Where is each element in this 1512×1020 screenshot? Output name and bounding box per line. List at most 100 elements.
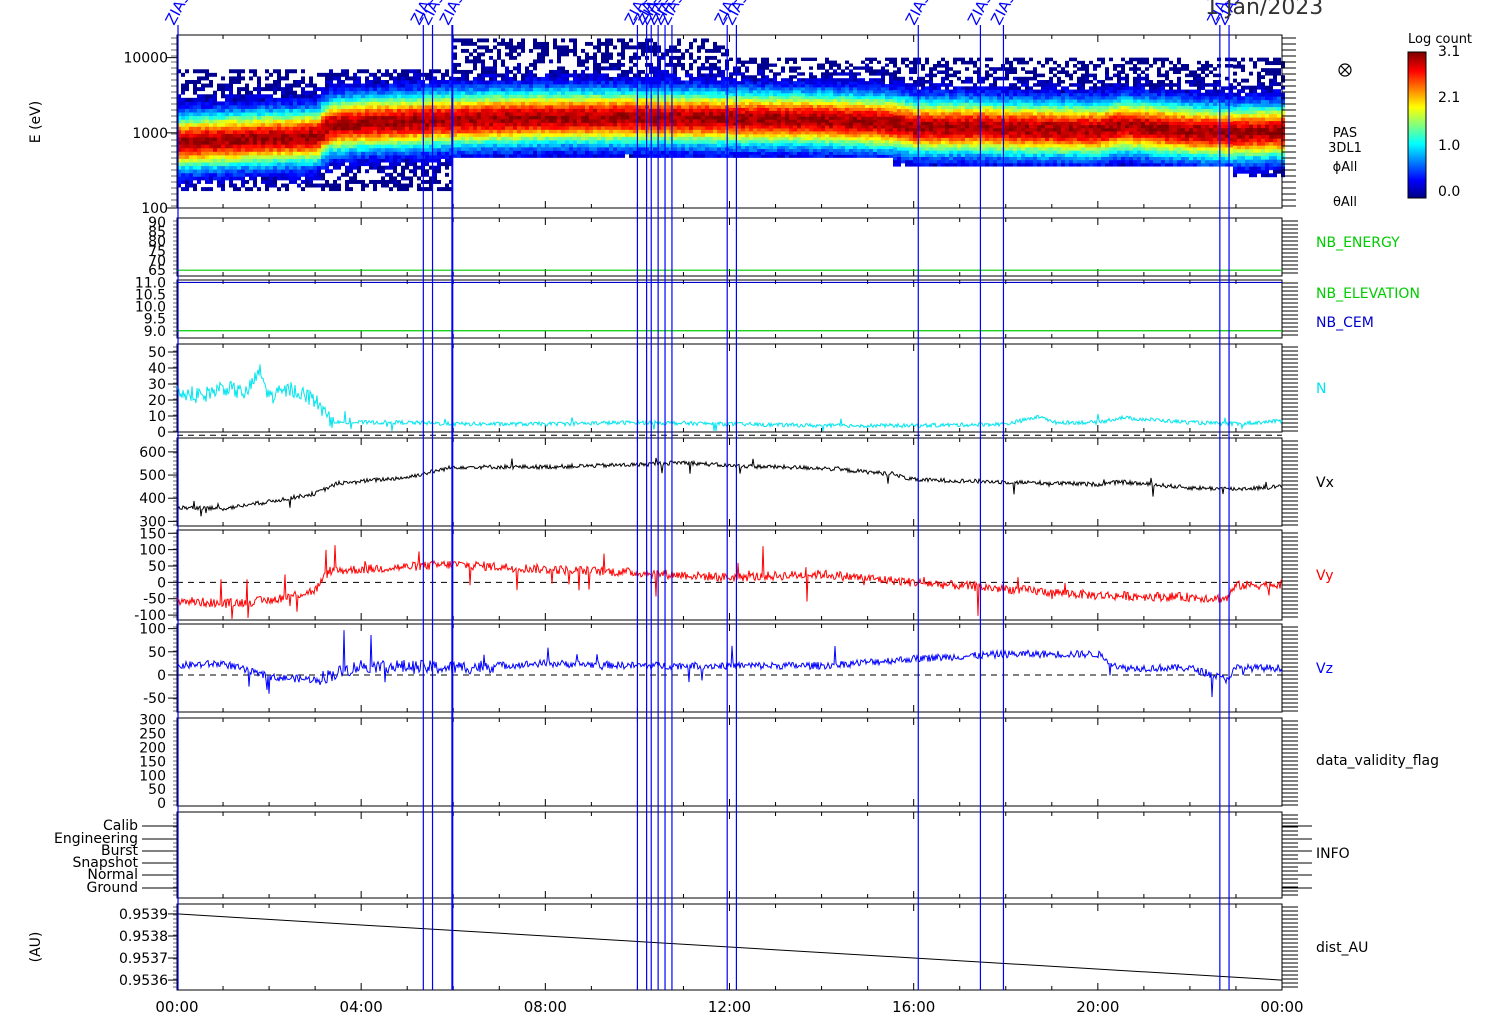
heatmap-cell (373, 112, 377, 117)
heatmap-cell (437, 79, 441, 84)
heatmap-cell (409, 83, 413, 88)
heatmap-cell (425, 108, 429, 113)
heatmap-cell (525, 97, 529, 102)
heatmap-cell (401, 104, 405, 109)
heatmap-cell (797, 107, 801, 111)
heatmap-cell (549, 90, 553, 95)
heatmap-cell (849, 154, 853, 158)
heatmap-cell (581, 101, 585, 106)
heatmap-cell (477, 104, 481, 109)
heatmap-cell (537, 52, 541, 57)
heatmap-cell (689, 83, 693, 88)
heatmap-cell (313, 147, 317, 152)
heatmap-cell (277, 151, 281, 156)
heatmap-cell (417, 126, 421, 131)
heatmap-cell (717, 132, 721, 137)
heatmap-cell (493, 111, 497, 116)
heatmap-cell (217, 183, 221, 188)
heatmap-cell (361, 162, 365, 167)
heatmap-cell (717, 97, 721, 102)
heatmap-cell (309, 129, 313, 134)
heatmap-cell (377, 165, 381, 170)
heatmap-cell (257, 151, 261, 156)
heatmap-cell (325, 76, 329, 81)
heatmap-cell (569, 90, 573, 95)
heatmap-cell (597, 125, 601, 130)
heatmap-cell (377, 147, 381, 152)
heatmap-cell (501, 122, 505, 127)
heatmap-cell (245, 144, 249, 149)
heatmap-cell (189, 122, 193, 127)
heatmap-cell (773, 84, 777, 88)
heatmap-cell (617, 73, 621, 78)
heatmap-cell (185, 129, 189, 134)
heatmap-cell (601, 125, 605, 130)
heatmap-cell (577, 108, 581, 113)
heatmap-cell (741, 136, 745, 141)
heatmap-cell (841, 148, 845, 152)
heatmap-cell (253, 144, 257, 149)
heatmap-cell (829, 84, 833, 88)
heatmap-cell (325, 115, 329, 120)
heatmap-cell (193, 162, 197, 167)
heatmap-cell (389, 165, 393, 170)
heatmap-cell (817, 142, 821, 147)
heatmap-cell (581, 122, 585, 127)
heatmap-cell (233, 76, 237, 81)
heatmap-cell (761, 86, 765, 91)
heatmap-cell (773, 110, 777, 114)
heatmap-cell (349, 129, 353, 134)
heatmap-cell (473, 48, 477, 53)
heatmap-cell (493, 153, 497, 158)
heatmap-cell (577, 94, 581, 99)
heatmap-cell (857, 113, 861, 117)
heatmap-cell (369, 151, 373, 156)
heatmap-cell (861, 116, 865, 120)
heatmap-cell (249, 94, 253, 99)
heatmap-cell (241, 169, 245, 174)
heatmap-cell (781, 151, 785, 155)
heatmap-cell (577, 101, 581, 106)
heatmap-cell (477, 90, 481, 95)
heatmap-cell (357, 122, 361, 127)
heatmap-cell (357, 76, 361, 81)
heatmap-cell (293, 172, 297, 177)
heatmap-cell (413, 172, 417, 177)
heatmap-cell (833, 145, 837, 150)
heatmap-cell (633, 83, 637, 88)
heatmap-cell (789, 57, 793, 61)
heatmap-cell (753, 92, 757, 97)
heatmap-cell (277, 76, 281, 81)
heatmap-cell (513, 87, 517, 92)
heatmap-cell (809, 84, 813, 88)
heatmap-cell (737, 101, 741, 106)
heatmap-cell (565, 136, 569, 141)
heatmap-cell (709, 94, 713, 99)
heatmap-cell (477, 132, 481, 137)
heatmap-cell (545, 45, 549, 50)
heatmap-cell (353, 158, 357, 163)
heatmap-cell (601, 87, 605, 92)
heatmap-cell (357, 144, 361, 149)
heatmap-cell (369, 158, 373, 163)
heatmap-cell (489, 153, 493, 158)
heatmap-cell (561, 45, 565, 50)
heatmap-cell (569, 73, 573, 78)
heatmap-cell (317, 129, 321, 134)
heatmap-cell (469, 83, 473, 88)
heatmap-cell (761, 151, 765, 155)
heatmap-cell (829, 142, 833, 147)
heatmap-cell (697, 101, 701, 106)
heatmap-cell (561, 143, 565, 148)
heatmap-cell (365, 154, 369, 159)
heatmap-cell (829, 113, 833, 117)
heatmap-cell (549, 132, 553, 137)
heatmap-cell (441, 151, 445, 156)
heatmap-cell (801, 122, 805, 126)
heatmap-cell (225, 119, 229, 124)
heatmap-cell (721, 52, 725, 57)
heatmap-cell (409, 137, 413, 142)
heatmap-cell (257, 83, 261, 88)
heatmap-cell (297, 97, 301, 102)
heatmap-cell (785, 154, 789, 158)
